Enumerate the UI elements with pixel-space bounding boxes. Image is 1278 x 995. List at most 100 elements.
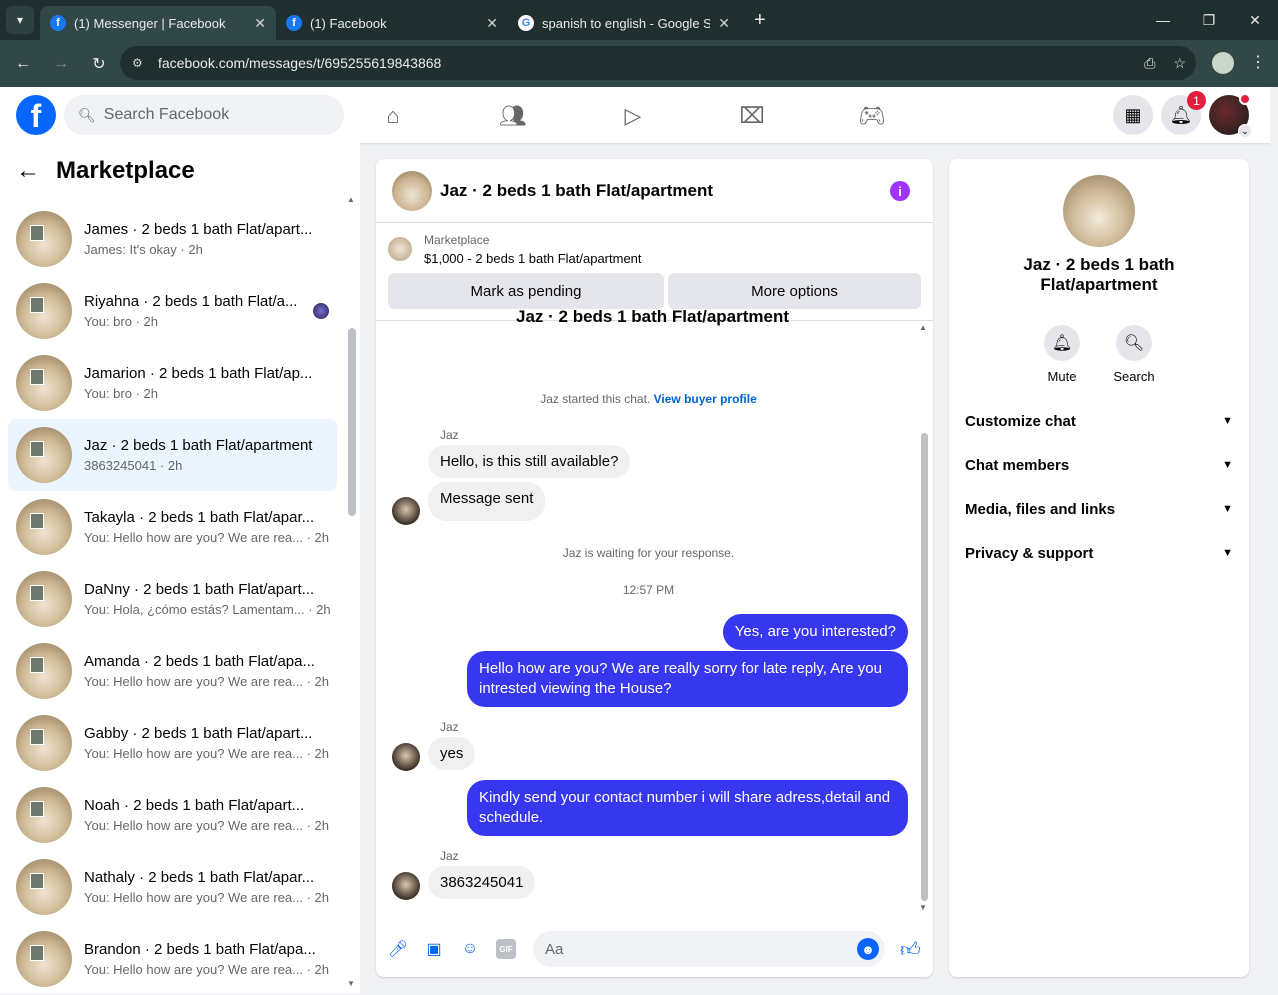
close-tab-icon[interactable]: ✕ [254, 15, 266, 32]
tab-search-button[interactable]: ▾ [6, 6, 34, 34]
outgoing-message[interactable]: Hello how are you? We are really sorry f… [467, 651, 908, 707]
search-input[interactable]: 🔍︎ Search Facebook [64, 95, 344, 135]
conversation-item[interactable]: Jamarion · 2 beds 1 bath Flat/ap... You: … [8, 347, 337, 419]
sticker-icon[interactable]: ☺ [460, 939, 480, 959]
conversation-text: Gabby · 2 beds 1 bath Flat/apart... You: … [84, 725, 329, 761]
bookmark-star-icon[interactable]: ☆ [1173, 55, 1186, 72]
gif-icon[interactable]: GIF [496, 939, 516, 959]
page-scrollbar[interactable] [1270, 87, 1278, 993]
scroll-up-icon[interactable]: ▲ [347, 195, 355, 204]
gaming-icon[interactable]: 🎮︎ [858, 103, 886, 129]
media-files-links-section[interactable]: Media, files and links ▼ [965, 489, 1233, 529]
tab-messenger[interactable]: f (1) Messenger | Facebook ✕ [40, 6, 276, 40]
microphone-icon[interactable]: 🎤︎ [388, 939, 408, 959]
chat-scrollbar[interactable] [921, 433, 928, 901]
conversation-avatar[interactable] [1063, 175, 1135, 247]
privacy-support-section[interactable]: Privacy & support ▼ [965, 533, 1233, 573]
listing-thumbnail[interactable] [388, 237, 412, 261]
sidebar-title: Marketplace [56, 157, 195, 184]
install-app-icon[interactable]: ⎙ [1144, 55, 1155, 72]
sidebar-scrollbar[interactable] [348, 328, 356, 516]
outgoing-message[interactable]: Kindly send your contact number i will s… [467, 780, 908, 836]
photo-icon[interactable]: ▣ [424, 939, 444, 959]
sender-name: Jaz [440, 720, 459, 734]
search-placeholder: Search Facebook [103, 106, 230, 123]
conversation-item[interactable]: Brandon · 2 beds 1 bath Flat/apa... You: … [8, 923, 337, 995]
info-icon[interactable]: i [890, 181, 910, 201]
conversation-item[interactable]: Noah · 2 beds 1 bath Flat/apart... You: H… [8, 779, 337, 851]
search-conversation-button[interactable]: 🔍︎ Search [1104, 325, 1164, 384]
new-tab-icon[interactable]: + [754, 9, 766, 32]
message-input[interactable]: Aa ☻ [533, 931, 885, 967]
reload-icon[interactable]: ↻ [82, 47, 116, 81]
like-thumbs-up-icon[interactable]: 👍︎ [900, 938, 921, 962]
friends-icon[interactable]: 👥︎ [499, 103, 527, 129]
close-tab-icon[interactable]: ✕ [718, 15, 730, 32]
facebook-logo[interactable]: f [16, 95, 56, 135]
url-text[interactable]: facebook.com/messages/t/695255619843868 [158, 55, 441, 71]
account-avatar[interactable]: ⌄ [1209, 93, 1252, 138]
close-window-icon[interactable]: ✕ [1232, 0, 1278, 40]
sender-avatar[interactable] [392, 872, 420, 900]
tab-facebook[interactable]: f (1) Facebook ✕ [276, 6, 508, 40]
address-bar[interactable]: ⚙ facebook.com/messages/t/69525561984386… [120, 46, 1196, 80]
mute-button[interactable]: 🔔︎ Mute [1032, 325, 1092, 384]
sender-avatar[interactable] [392, 743, 420, 771]
chevron-down-icon: ▼ [1222, 547, 1233, 559]
conversation-preview: 3863245041 · 2h [84, 458, 183, 473]
watch-icon[interactable]: ▷ [620, 103, 646, 129]
close-tab-icon[interactable]: ✕ [486, 15, 498, 32]
mark-pending-button[interactable]: Mark as pending [388, 273, 664, 309]
outgoing-message[interactable]: Yes, are you interested? [722, 614, 908, 650]
marketplace-icon[interactable]: ⌧ [739, 103, 765, 129]
back-arrow-icon[interactable]: ← [16, 157, 40, 185]
conversation-item[interactable]: James · 2 beds 1 bath Flat/apart... James… [8, 203, 337, 275]
customize-chat-section[interactable]: Customize chat ▼ [965, 401, 1233, 441]
section-label: Chat members [965, 456, 1070, 474]
browser-profile-avatar[interactable] [1212, 52, 1234, 74]
browser-menu-icon[interactable]: ⋮ [1250, 52, 1266, 72]
conversation-item[interactable]: DaNny · 2 beds 1 bath Flat/apart... You: … [8, 563, 337, 635]
forward-icon[interactable]: → [44, 47, 78, 81]
restore-icon[interactable]: ❐ [1186, 0, 1232, 40]
conversation-item[interactable]: Riyahna · 2 beds 1 bath Flat/a... You: br… [8, 275, 337, 347]
menu-grid-icon[interactable]: ▦ [1113, 95, 1153, 135]
tab-google[interactable]: G spanish to english - Google Sea ✕ [508, 6, 740, 40]
chevron-down-icon[interactable]: ⌄ [1238, 124, 1252, 138]
conversation-item[interactable]: Nathaly · 2 beds 1 bath Flat/apar... You:… [8, 851, 337, 923]
conversation-item[interactable]: Jaz · 2 beds 1 bath Flat/apartment 386324… [8, 419, 337, 491]
chat-avatar[interactable] [392, 170, 432, 211]
waiting-notice: Jaz is waiting for your response. [562, 546, 735, 560]
logo-letter: f [30, 98, 42, 134]
incoming-message[interactable]: Hello, is this still available? [428, 445, 631, 478]
conversation-item[interactable]: Gabby · 2 beds 1 bath Flat/apart... You: … [8, 707, 337, 779]
conversation-item[interactable]: Takayla · 2 beds 1 bath Flat/apar... You:… [8, 491, 337, 563]
conversation-name: Riyahna · 2 beds 1 bath Flat/a... [84, 293, 298, 310]
search-label: Search [1113, 369, 1155, 384]
chat-title[interactable]: Jaz · 2 beds 1 bath Flat/apartment [440, 181, 713, 201]
conversation-name: DaNny · 2 beds 1 bath Flat/apart... [84, 581, 315, 598]
scroll-down-icon[interactable]: ▼ [347, 979, 355, 988]
conversation-avatar [16, 427, 72, 483]
message-thread: Jaz · 2 beds 1 bath Flat/apartment Jaz s… [376, 307, 921, 919]
more-options-button[interactable]: More options [668, 273, 921, 309]
tab-title: (1) Messenger | Facebook [74, 15, 226, 31]
conversation-preview: You: Hello how are you? We are rea... · … [84, 962, 329, 977]
conversation-avatar [16, 859, 72, 915]
incoming-message[interactable]: yes [428, 737, 476, 770]
conversation-item[interactable]: Amanda · 2 beds 1 bath Flat/apa... You: H… [8, 635, 337, 707]
home-icon[interactable]: ⌂ [380, 103, 406, 129]
sender-avatar[interactable] [392, 497, 420, 525]
listing-title[interactable]: $1,000 - 2 beds 1 bath Flat/apartment [424, 251, 642, 266]
scroll-up-icon[interactable]: ▲ [919, 323, 927, 332]
incoming-message[interactable]: 3863245041 [428, 866, 536, 899]
incoming-message[interactable]: Message sent [428, 482, 546, 521]
scroll-down-icon[interactable]: ▼ [919, 903, 927, 912]
view-buyer-profile-link[interactable]: View buyer profile [654, 392, 757, 406]
back-icon[interactable]: ← [6, 47, 40, 81]
chat-members-section[interactable]: Chat members ▼ [965, 445, 1233, 485]
emoji-icon[interactable]: ☻ [857, 938, 879, 960]
minimize-icon[interactable]: — [1140, 0, 1186, 40]
seen-avatar-icon [313, 303, 329, 319]
site-info-icon[interactable]: ⚙ [132, 56, 152, 70]
